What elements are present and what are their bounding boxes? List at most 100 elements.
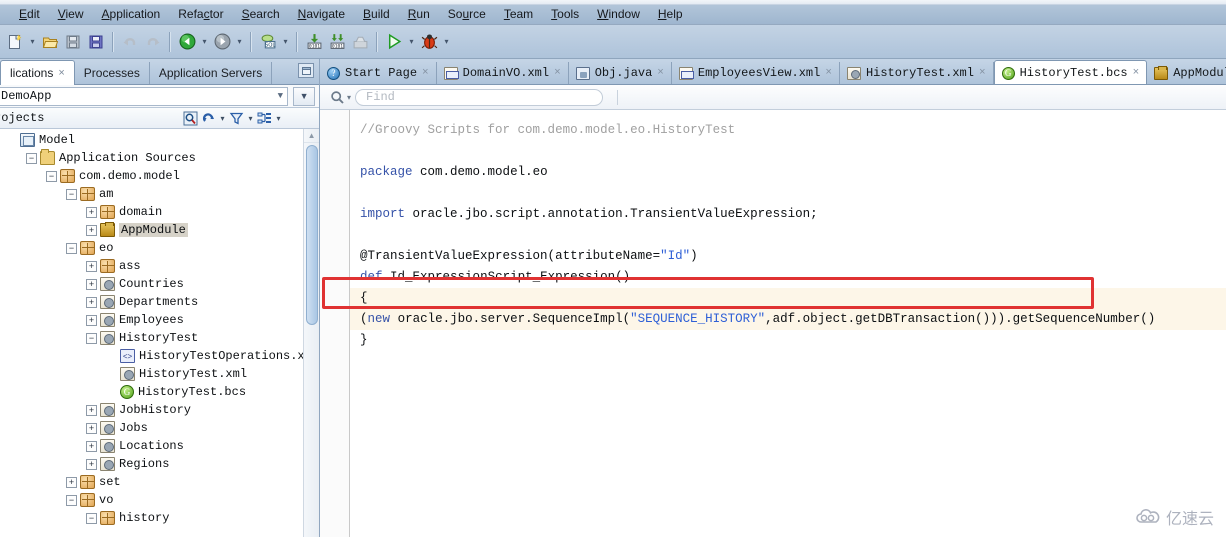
refresh-icon[interactable] [200, 110, 217, 127]
tree-item[interactable]: − HistoryTest [0, 329, 319, 347]
tree-item[interactable]: + Locations [0, 437, 319, 455]
tree-item[interactable]: G HistoryTest.bcs [0, 383, 319, 401]
collapse-icon[interactable]: − [46, 170, 57, 182]
navigator-tab-processes[interactable]: Processes [75, 62, 150, 84]
expand-icon[interactable]: + [86, 296, 97, 308]
close-icon[interactable]: × [58, 67, 64, 79]
tree-item[interactable]: + Countries [0, 275, 319, 293]
expand-icon[interactable]: + [86, 314, 97, 326]
editor-tab-obj-java[interactable]: Obj.java × [569, 62, 672, 84]
menu-run[interactable]: Run [399, 6, 439, 23]
tree-item[interactable]: + JobHistory [0, 401, 319, 419]
run-icon[interactable] [383, 30, 405, 54]
editor-tab-domainvo-xml[interactable]: DomainVO.xml × [437, 62, 569, 84]
collapse-icon[interactable]: − [86, 512, 97, 524]
collapse-icon[interactable]: − [66, 242, 77, 254]
tree-item[interactable]: + Departments [0, 293, 319, 311]
menu-build[interactable]: Build [354, 6, 399, 23]
tree-item[interactable]: + domain [0, 203, 319, 221]
navigate-forward-icon[interactable] [211, 30, 233, 54]
close-icon[interactable]: × [825, 67, 832, 79]
debug-icon[interactable] [418, 30, 440, 54]
minimize-panel-button[interactable] [298, 63, 315, 78]
tree-item[interactable]: + Employees [0, 311, 319, 329]
close-icon[interactable]: × [1133, 67, 1140, 79]
editor-tab-historytest-bcs[interactable]: G HistoryTest.bcs × [993, 60, 1148, 84]
expand-icon[interactable]: + [66, 476, 77, 488]
tree-item[interactable]: − am [0, 185, 319, 203]
open-folder-icon[interactable] [39, 30, 61, 54]
tree-item[interactable]: + Jobs [0, 419, 319, 437]
expand-icon[interactable]: + [86, 278, 97, 290]
save-all-icon[interactable] [85, 30, 107, 54]
scrollbar-thumb[interactable] [306, 145, 319, 325]
expand-icon[interactable]: + [86, 458, 97, 470]
navigator-tab-lications[interactable]: lications × [0, 60, 75, 85]
find-input[interactable]: Find [355, 88, 604, 106]
editor-tab-employeesview-xml[interactable]: EmployeesView.xml × [672, 62, 840, 84]
collapse-icon[interactable]: − [26, 152, 37, 164]
application-combo[interactable]: DemoApp ▼ [0, 86, 289, 106]
tree-item[interactable]: − vo [0, 491, 319, 509]
close-icon[interactable]: × [554, 67, 561, 79]
tree-item[interactable]: − com.demo.model [0, 167, 319, 185]
collapse-icon[interactable]: − [66, 494, 77, 506]
view-options-icon[interactable] [256, 110, 273, 127]
tree-item[interactable]: + ass [0, 257, 319, 275]
collapse-icon[interactable]: − [86, 332, 97, 344]
tree-item[interactable]: Model [0, 131, 319, 149]
tree-item[interactable]: + set [0, 473, 319, 491]
tree-item[interactable]: HistoryTest.xml [0, 365, 319, 383]
view-options-dropdown-arrow[interactable]: ▾ [274, 114, 283, 123]
editor-tab-historytest-xml[interactable]: HistoryTest.xml × [840, 62, 994, 84]
tree-item[interactable]: − history [0, 509, 319, 527]
menu-tools[interactable]: Tools [542, 6, 588, 23]
expand-icon[interactable]: + [86, 206, 97, 218]
search-dropdown-arrow[interactable]: ▾ [347, 93, 351, 102]
code-area[interactable]: //Groovy Scripts for com.demo.model.eo.H… [350, 110, 1226, 537]
navigate-forward-dropdown-arrow[interactable]: ▾ [234, 30, 245, 54]
tree-vertical-scrollbar[interactable]: ▲ [303, 129, 320, 537]
search-projects-icon[interactable] [182, 110, 199, 127]
tree-item[interactable]: − Application Sources [0, 149, 319, 167]
editor-gutter[interactable] [320, 110, 351, 537]
tree-item[interactable]: − eo [0, 239, 319, 257]
navigator-tab-application-servers[interactable]: Application Servers [150, 62, 273, 84]
sql-dropdown-arrow[interactable]: ▾ [280, 30, 291, 54]
collapse-icon[interactable]: − [66, 188, 77, 200]
editor-tab-start-page[interactable]: ? Start Page × [320, 62, 437, 84]
search-icon[interactable] [328, 89, 346, 106]
new-file-dropdown-arrow[interactable]: ▾ [27, 30, 38, 54]
menu-navigate[interactable]: Navigate [289, 6, 354, 23]
tree-item[interactable]: <> HistoryTestOperations.xml [0, 347, 319, 365]
menu-team[interactable]: Team [495, 6, 542, 23]
close-icon[interactable]: × [979, 67, 986, 79]
run-dropdown-arrow[interactable]: ▾ [406, 30, 417, 54]
expand-icon[interactable]: + [86, 440, 97, 452]
expand-icon[interactable]: + [86, 224, 97, 236]
menu-source[interactable]: Source [439, 6, 495, 23]
sql-worksheet-icon[interactable]: SQL [257, 30, 279, 54]
scroll-up-icon[interactable]: ▲ [304, 129, 320, 143]
menu-search[interactable]: Search [233, 6, 289, 23]
filter-icon[interactable] [228, 110, 245, 127]
menu-view[interactable]: View [49, 6, 93, 23]
debug-dropdown-arrow[interactable]: ▾ [441, 30, 452, 54]
expand-icon[interactable]: + [86, 260, 97, 272]
tree-item[interactable]: + Regions [0, 455, 319, 473]
filter-dropdown-arrow[interactable]: ▾ [246, 114, 255, 123]
new-file-icon[interactable] [4, 30, 26, 54]
navigate-back-icon[interactable] [176, 30, 198, 54]
close-icon[interactable]: × [657, 67, 664, 79]
menu-window[interactable]: Window [588, 6, 649, 23]
menu-edit[interactable]: Edit [10, 6, 49, 23]
refresh-dropdown-arrow[interactable]: ▾ [218, 114, 227, 123]
editor-tab-appmodule-xml[interactable]: AppModule.xml [1147, 62, 1226, 84]
close-icon[interactable]: × [422, 67, 429, 79]
navigate-back-dropdown-arrow[interactable]: ▾ [199, 30, 210, 54]
menu-refactor[interactable]: Refactor [169, 6, 232, 23]
menu-help[interactable]: Help [649, 6, 692, 23]
rebuild-icon[interactable]: 0101 [326, 30, 348, 54]
compile-icon[interactable]: 0101 [303, 30, 325, 54]
save-icon[interactable] [62, 30, 84, 54]
